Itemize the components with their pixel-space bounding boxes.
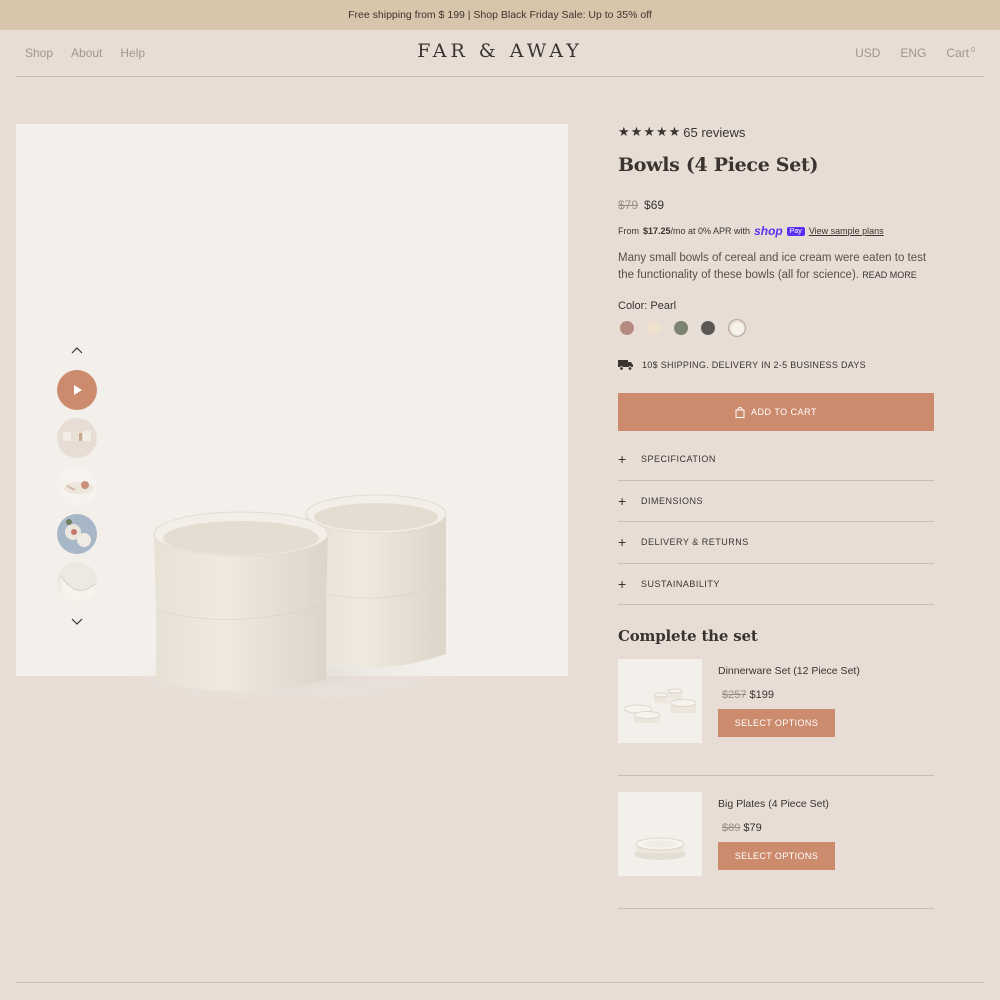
swatch-sage[interactable] <box>674 321 688 335</box>
play-video-button[interactable] <box>57 370 97 410</box>
upsell-product-info: Big Plates (4 Piece Set) $89 $79 SELECT … <box>718 792 835 892</box>
star-icon: ★ <box>655 124 668 139</box>
review-count: 65 reviews <box>683 124 746 140</box>
upsell-product-price: $89 $79 <box>722 822 835 834</box>
thumbnail-3[interactable] <box>57 514 97 554</box>
upsell-product-name[interactable]: Big Plates (4 Piece Set) <box>718 798 835 810</box>
shopping-bag-icon <box>735 406 745 418</box>
upsell-sale-price: $79 <box>743 822 762 834</box>
plus-icon: + <box>618 451 627 468</box>
sale-price: $69 <box>644 198 665 212</box>
thumbnail-2[interactable] <box>57 466 97 506</box>
thumbnail-4[interactable] <box>57 562 97 602</box>
star-icon: ★ <box>618 124 630 139</box>
big-plates-image <box>634 837 686 860</box>
select-options-button[interactable]: SELECT OPTIONS <box>718 842 835 870</box>
plus-icon: + <box>618 575 627 592</box>
installment-amount: $17.25 <box>643 226 671 236</box>
complete-the-set-heading: Complete the set <box>618 627 758 645</box>
upsell-compare-price: $89 <box>722 822 741 834</box>
color-swatches <box>618 319 934 337</box>
upsell-product-price: $257 $199 <box>722 689 860 701</box>
product-description: Many small bowls of cereal and ice cream… <box>618 250 934 284</box>
chevron-up-icon[interactable] <box>70 344 84 358</box>
upsell-product: Big Plates (4 Piece Set) $89 $79 SELECT … <box>618 792 934 909</box>
installment-prefix: From <box>618 226 639 236</box>
language-selector[interactable]: ENG <box>900 46 926 60</box>
upsell-sale-price: $199 <box>749 689 774 701</box>
bowls-illustration <box>126 494 456 704</box>
product-title: Bowls (4 Piece Set) <box>618 154 819 176</box>
swatch-rose[interactable] <box>620 321 634 335</box>
accordion-label: SUSTAINABILITY <box>641 578 720 589</box>
installment-suffix: /mo at 0% APR with <box>670 226 751 236</box>
color-label: Color: Pearl <box>618 300 677 312</box>
price-block: $79 $69 <box>618 198 934 212</box>
shop-logo: shop <box>754 224 783 238</box>
pay-badge: Pay <box>786 226 805 236</box>
chevron-down-icon[interactable] <box>70 614 84 628</box>
announcement-bar: Free shipping from $ 199 | Shop Black Fr… <box>0 0 1000 30</box>
star-rating-icons: ★ ★ ★ ★ ★ <box>618 124 680 140</box>
upsell-product-info: Dinnerware Set (12 Piece Set) $257 $199 … <box>718 659 860 759</box>
footer-divider <box>16 982 984 983</box>
site-header: Shop About Help FAR & AWAY USD ENG Cart 0 <box>16 30 984 77</box>
cart-label: Cart <box>946 46 970 60</box>
upsell-compare-price: $257 <box>722 689 747 701</box>
utility-nav: USD ENG Cart 0 <box>855 46 975 60</box>
upsell-product-name[interactable]: Dinnerware Set (12 Piece Set) <box>718 665 860 677</box>
plus-icon: + <box>618 492 627 509</box>
upsell-product: Dinnerware Set (12 Piece Set) $257 $199 … <box>618 659 934 776</box>
swatch-pearl-selected[interactable] <box>728 319 746 337</box>
star-icon: ★ <box>643 124 655 139</box>
cart-count: 0 <box>971 47 975 54</box>
site-logo[interactable]: FAR & AWAY <box>16 40 984 62</box>
upsell-product-image[interactable] <box>618 792 702 876</box>
star-icon: ★ <box>668 124 681 139</box>
shipping-info: 10$ SHIPPING. DELIVERY IN 2-5 BUSINESS D… <box>618 359 934 371</box>
product-details: ★ ★ ★ ★ ★ 65 reviews Bowls (4 Piece Set) $79… <box>618 124 934 909</box>
thumbnail-1[interactable] <box>57 418 97 458</box>
read-more-link[interactable]: Read more <box>862 270 917 280</box>
shop-pay-installments: From $17.25/mo at 0% APR with shop Pay Vi… <box>618 224 934 238</box>
accordion-label: SPECIFICATION <box>641 454 716 465</box>
add-to-cart-label: ADD TO CART <box>750 407 817 417</box>
swatch-cream[interactable] <box>647 321 661 335</box>
plus-icon: + <box>618 534 627 551</box>
swatch-pearl-fill <box>730 321 744 335</box>
delivery-truck-icon <box>618 360 633 371</box>
accordion-dimensions[interactable]: + DIMENSIONS <box>618 481 934 522</box>
add-to-cart-button[interactable]: ADD TO CART <box>618 393 934 431</box>
play-icon <box>74 385 82 395</box>
select-options-button[interactable]: SELECT OPTIONS <box>718 709 835 737</box>
upsell-product-image[interactable] <box>618 659 702 743</box>
star-icon: ★ <box>630 124 643 139</box>
cart-link[interactable]: Cart 0 <box>946 46 975 60</box>
announcement-text: Free shipping from $ 199 | Shop Black Fr… <box>348 9 652 21</box>
accordion-label: DIMENSIONS <box>641 495 704 506</box>
view-sample-plans-link[interactable]: View sample plans <box>809 226 884 236</box>
accordion-delivery-returns[interactable]: + DELIVERY & RETURNS <box>618 522 934 564</box>
thumbnail-rail <box>56 344 98 628</box>
compare-at-price: $79 <box>618 198 639 212</box>
accordion-sustainability[interactable]: + SUSTAINABILITY <box>618 564 934 605</box>
product-main-image[interactable] <box>16 124 568 704</box>
accordion-label: DELIVERY & RETURNS <box>641 537 749 548</box>
product-rating[interactable]: ★ ★ ★ ★ ★ 65 reviews <box>618 124 934 140</box>
shipping-text: 10$ SHIPPING. DELIVERY IN 2-5 BUSINESS D… <box>642 360 866 370</box>
currency-selector[interactable]: USD <box>855 46 880 60</box>
product-accordion: + SPECIFICATION + DIMENSIONS + DELIVERY & R… <box>618 439 934 605</box>
thumbnail-image <box>57 418 97 458</box>
accordion-specification[interactable]: + SPECIFICATION <box>618 439 934 481</box>
dinnerware-set-image <box>623 688 697 723</box>
thumbnail-image <box>57 514 97 554</box>
thumbnail-image <box>57 562 97 602</box>
swatch-charcoal[interactable] <box>701 321 715 335</box>
thumbnail-image <box>57 466 97 506</box>
